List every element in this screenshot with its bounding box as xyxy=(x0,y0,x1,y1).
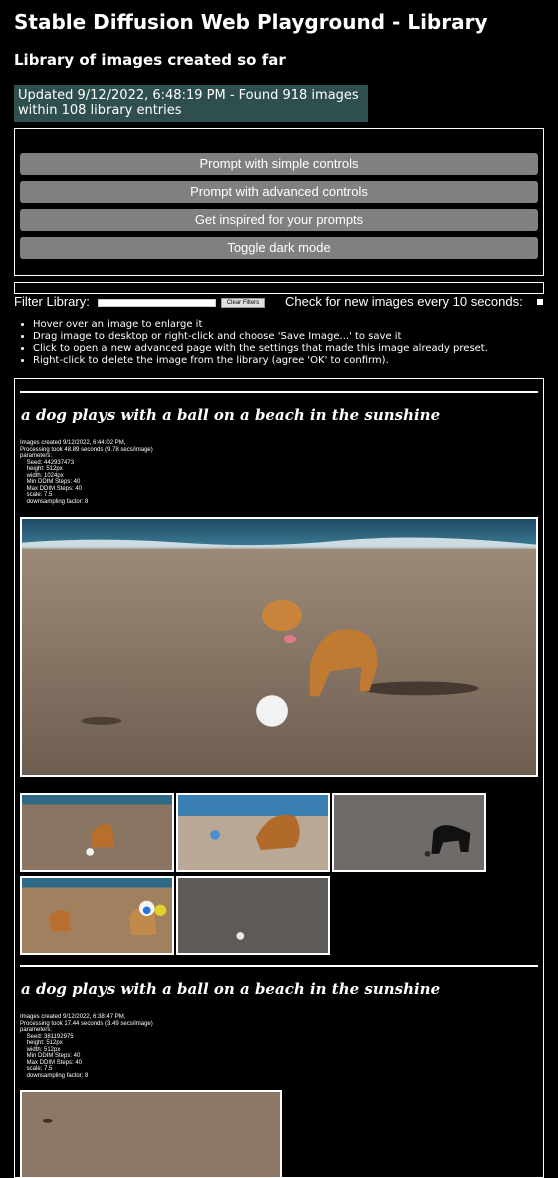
entry-thumbnail[interactable] xyxy=(176,876,330,955)
inspiration-button[interactable]: Get inspired for your prompts xyxy=(20,209,538,231)
entry-thumbnail[interactable] xyxy=(20,793,174,872)
filter-label: Filter Library: xyxy=(14,294,90,309)
entry-main-image[interactable] xyxy=(20,517,538,777)
tips-list: Hover over an image to enlarge it Drag i… xyxy=(0,319,488,367)
tip-item: Hover over an image to enlarge it xyxy=(33,319,488,331)
tip-item: Click to open a new advanced page with t… xyxy=(33,343,488,355)
page-title: Stable Diffusion Web Playground - Librar… xyxy=(14,10,488,34)
entry-main-image[interactable] xyxy=(20,1090,282,1177)
entry-title: a dog plays with a ball on a beach in th… xyxy=(21,406,441,424)
status-banner: Updated 9/12/2022, 6:48:19 PM - Found 91… xyxy=(14,85,368,122)
entry-divider xyxy=(20,391,538,393)
entry-metadata: Images created 9/12/2022, 6:44:02 PM, Pr… xyxy=(20,440,153,505)
empty-panel xyxy=(14,282,544,294)
simple-controls-button[interactable]: Prompt with simple controls xyxy=(20,153,538,175)
tip-item: Drag image to desktop or right-click and… xyxy=(33,331,488,343)
advanced-controls-button[interactable]: Prompt with advanced controls xyxy=(20,181,538,203)
filter-input[interactable] xyxy=(98,299,216,307)
entry-metadata: Images created 9/12/2022, 6:38:47 PM, Pr… xyxy=(20,1014,153,1079)
library-panel: a dog plays with a ball on a beach in th… xyxy=(14,378,544,1178)
dark-mode-toggle-button[interactable]: Toggle dark mode xyxy=(20,237,538,259)
controls-panel: Prompt with simple controls Prompt with … xyxy=(14,128,544,276)
clear-filters-button[interactable]: Clear Filters xyxy=(221,298,265,308)
entry-thumbnail[interactable] xyxy=(332,793,486,872)
page-subtitle: Library of images created so far xyxy=(14,51,286,69)
entry-thumbnail[interactable] xyxy=(176,793,330,872)
tip-item: Right-click to delete the image from the… xyxy=(33,355,488,367)
auto-check-checkbox[interactable] xyxy=(537,299,543,305)
auto-check-label: Check for new images every 10 seconds: xyxy=(285,294,523,309)
entry-divider xyxy=(20,965,538,967)
entry-title: a dog plays with a ball on a beach in th… xyxy=(21,980,441,998)
entry-thumbnail[interactable] xyxy=(20,876,174,955)
